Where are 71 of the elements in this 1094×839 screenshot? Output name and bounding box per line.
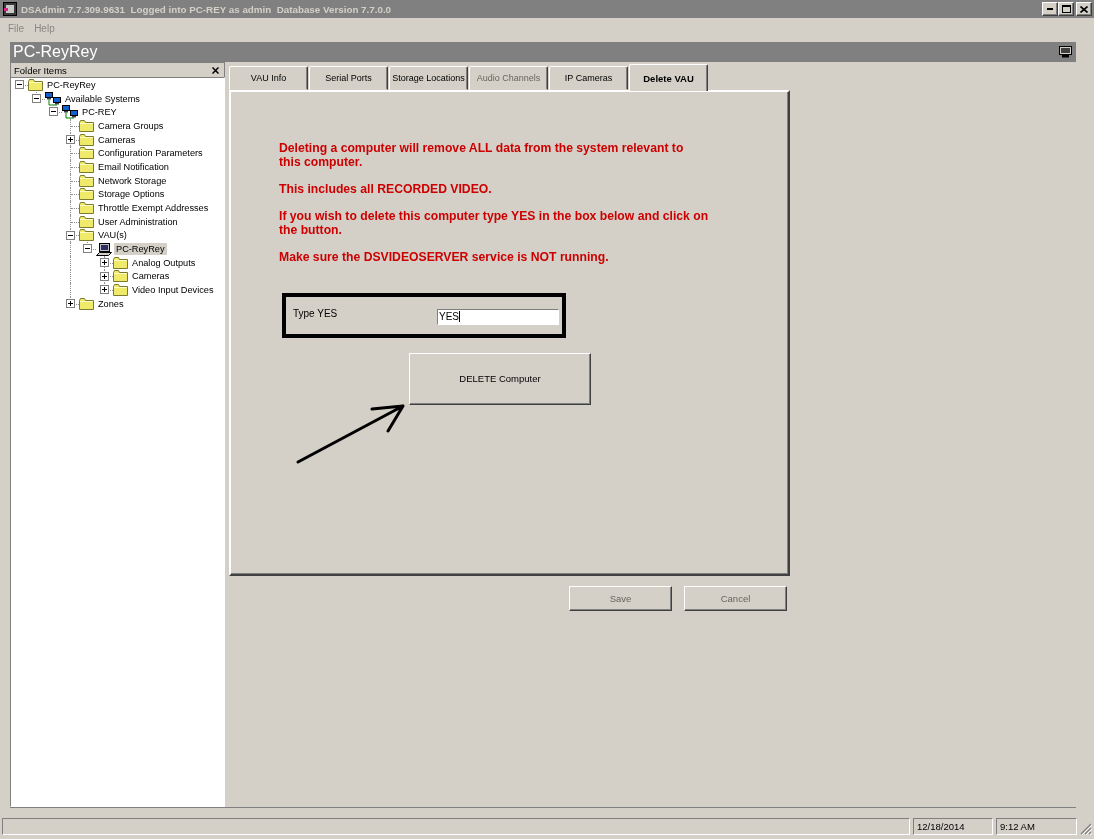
tree-item[interactable]: Camera Groups [96,119,166,132]
folder-icon [79,119,94,132]
tree-item[interactable]: User Administration [96,215,180,228]
folder-icon [79,188,94,201]
warning-text: Deleting a computer will remove ALL data from the system relevant to this computer. [279,142,684,170]
delete-computer-button[interactable]: DELETE Computer [409,352,591,405]
close-icon [1080,5,1088,13]
folder-icon [113,270,128,283]
tree-item[interactable]: Analog Outputs [130,256,198,269]
maximize-button[interactable] [1058,2,1074,16]
tab[interactable]: Delete VAU [629,64,708,91]
folder-icon [79,133,94,146]
tab[interactable]: IP Cameras [549,66,628,90]
folder-icon [79,229,94,242]
plus-box-icon[interactable] [66,299,75,308]
plus-box-icon[interactable] [100,257,109,267]
folder-icon [28,78,43,91]
close-icon[interactable] [212,66,219,74]
plus-box-icon[interactable] [100,285,109,295]
status-date: 12/18/2014 [913,817,993,835]
monitor-icon[interactable] [1059,46,1072,58]
confirm-input[interactable]: YES [437,309,559,326]
folder-icon [79,174,94,187]
folder-icon [79,215,94,228]
tree-item[interactable]: Storage Options [96,188,167,201]
status-time: 9:12 AM [996,817,1077,835]
window-title: DSAdmin 7.7.309.9631 Logged into PC-REY as admin Database Version 7.7.0.0 [21,3,393,15]
folder-icon [79,147,94,160]
maximize-icon [1061,5,1071,13]
tree-item[interactable]: PC-ReyRey [114,243,167,256]
minus-box-icon[interactable] [32,93,41,103]
tree-item[interactable]: Email Notification [96,160,171,173]
tree-item[interactable]: Video Input Devices [130,284,216,297]
tree-item[interactable]: Available Systems [63,92,142,105]
tree-item[interactable]: Throttle Exempt Addresses [96,202,211,215]
app-icon [3,2,17,16]
tab[interactable]: Serial Ports [309,66,388,90]
pane-title: Folder Items [14,64,67,76]
tree-item[interactable]: PC-REY [80,106,119,119]
tree-item[interactable]: Configuration Parameters [96,147,205,160]
folder-icon [79,297,94,310]
folder-icon [79,160,94,173]
folder-icon [113,284,128,297]
plus-box-icon[interactable] [100,271,109,281]
tree-item[interactable]: PC-ReyRey [45,78,98,91]
minimize-button[interactable] [1042,2,1058,16]
warning-text: This includes all RECORDED VIDEO. [279,182,492,197]
close-button[interactable] [1076,2,1092,16]
tree-item[interactable]: Network Storage [96,174,169,187]
warning-text: If you wish to delete this computer type YES in the box below and click on the button. [279,209,709,238]
tab[interactable]: VAU Info [229,66,308,90]
tree-item[interactable]: Cameras [130,270,172,283]
warning-text: Make sure the DSVIDEOSERVER service is NOT running. [279,250,609,265]
resize-grip-icon[interactable] [1080,822,1092,835]
field-label: Type YES [293,307,338,319]
minimize-icon [1047,8,1053,10]
header-title: PC-ReyRey [13,43,98,61]
tab[interactable]: Storage Locations [389,66,468,90]
folder-icon [79,202,94,215]
tree-item[interactable]: Zones [96,297,126,310]
minus-box-icon[interactable] [49,107,58,117]
networked-computers-icon [62,105,78,120]
tree-item[interactable]: Cameras [96,133,138,146]
minus-box-icon[interactable] [15,80,24,89]
minus-box-icon[interactable] [83,244,92,254]
minus-box-icon[interactable] [66,230,75,240]
folder-icon [113,256,128,269]
plus-box-icon[interactable] [66,134,75,144]
networked-computers-icon [45,91,61,106]
tree-item[interactable]: VAU(s) [96,229,129,242]
computer-icon [96,242,112,256]
